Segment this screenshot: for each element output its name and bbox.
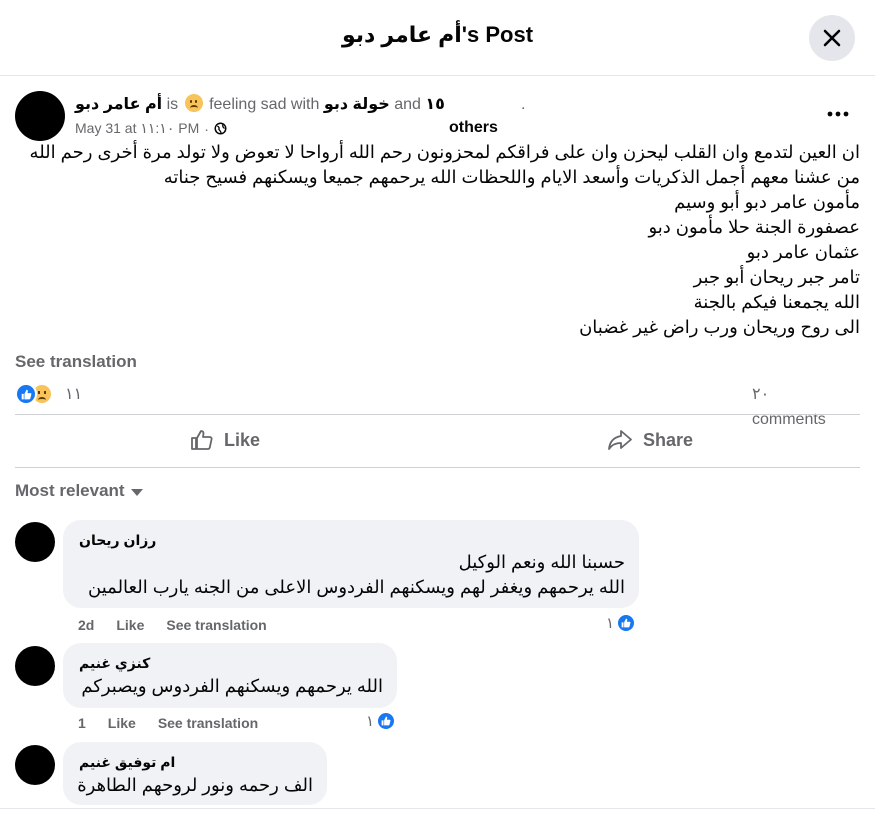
post-text: ان العين لتدمع وان القلب ليحزن وان على ف… (15, 140, 860, 340)
more-options-button[interactable] (824, 100, 852, 128)
and-text: and (394, 96, 421, 113)
post-date[interactable]: May 31 at ١١:١٠ PM (75, 120, 199, 137)
post-line: عصفورة الجنة حلا مأمون دبو (648, 217, 860, 237)
comment-like-button[interactable]: Like (116, 617, 144, 633)
filter-label: Most relevant (15, 481, 125, 500)
separator-dot: . (521, 96, 526, 113)
reactions-summary[interactable]: ١١ (15, 382, 82, 406)
others-count[interactable]: ١٥ (425, 96, 445, 113)
comment-text-line: الله يرحمهم ويسكنهم الفردوس ويصبركم (81, 676, 383, 696)
more-dots-icon (827, 111, 849, 117)
like-label: Like (223, 429, 261, 450)
like-reaction-icon (376, 711, 397, 731)
comment-bubble: ام توفيق غنيم الف رحمه ونور لروحهم الطاه… (63, 742, 327, 805)
like-reaction-icon (616, 613, 637, 633)
comment-actions: 1 Like See translation (78, 715, 280, 731)
share-arrow-icon (608, 430, 632, 450)
close-button[interactable] (809, 15, 855, 61)
globe-icon (214, 122, 227, 135)
divider (15, 414, 860, 415)
dialog-header: أم عامر دبو's Post (0, 0, 875, 76)
comment-time[interactable]: 2d (78, 617, 94, 633)
divider (15, 467, 860, 468)
comment-text-line: الله يرحمهم ويغفر لهم ويسكنهم الفردوس ال… (88, 577, 625, 597)
share-label: Share (642, 429, 694, 450)
commenter-name[interactable]: كنزي غنيم (79, 655, 150, 672)
comment-avatar[interactable] (15, 646, 55, 686)
comment-time[interactable]: 1 (78, 715, 86, 731)
comment-text-line: الف رحمه ونور لروحهم الطاهرة (77, 775, 313, 795)
is-text: is (166, 96, 179, 113)
comment-text-line: حسبنا الله ونعم الوكيل (458, 552, 625, 572)
comment-reactions[interactable]: ١ (366, 711, 397, 731)
dialog-title: أم عامر دبو's Post (341, 22, 534, 47)
post-author-line: أم عامر دبو is feeling sad with خولة دبو… (75, 94, 445, 114)
comment-avatar[interactable] (15, 522, 55, 562)
share-button[interactable]: Share (440, 420, 860, 460)
close-icon (823, 29, 841, 47)
comment-reactions[interactable]: ١ (606, 613, 637, 633)
thumbs-up-icon (191, 430, 213, 450)
post-line: من عشنا معهم أجمل الذكريات وأسعد الايام … (163, 167, 860, 187)
others-link[interactable]: others (449, 119, 498, 137)
meta-separator: · (204, 120, 209, 137)
post-line: مأمون عامر دبو أبو وسيم (674, 192, 860, 212)
see-translation-link[interactable]: See translation (15, 352, 137, 372)
comments-number: ٢٠ (752, 386, 770, 403)
comment-reaction-count: ١ (366, 713, 375, 730)
comment-bubble: رزان ريحان حسبنا الله ونعم الوكيل الله ي… (63, 520, 639, 608)
dialog-bottom-border (0, 808, 875, 809)
feeling-text: feeling sad with (209, 96, 320, 113)
like-button[interactable]: Like (15, 420, 435, 460)
comment-see-translation[interactable]: See translation (158, 715, 258, 731)
caret-down-icon (130, 489, 143, 496)
post-author-name[interactable]: أم عامر دبو (75, 96, 162, 113)
post-meta: May 31 at ١١:١٠ PM · (75, 120, 227, 137)
commenter-name[interactable]: ام توفيق غنيم (79, 754, 175, 771)
sad-emoji-icon (184, 94, 203, 112)
comment-bubble: كنزي غنيم الله يرحمهم ويسكنهم الفردوس وي… (63, 643, 397, 708)
comment-reaction-count: ١ (606, 615, 615, 632)
reaction-count: ١١ (65, 386, 83, 403)
comment-avatar[interactable] (15, 745, 55, 785)
comment-filter-dropdown[interactable]: Most relevant (15, 481, 143, 501)
like-reaction-icon (15, 383, 37, 405)
post-author-avatar[interactable] (15, 91, 65, 141)
post-line: عثمان عامر دبو (746, 242, 860, 262)
comment-see-translation[interactable]: See translation (166, 617, 266, 633)
post-line: تامر جبر ريحان أبو جبر (693, 267, 860, 287)
post-line: الله يجمعنا فيكم بالجنة (693, 292, 860, 312)
comment-like-button[interactable]: Like (108, 715, 136, 731)
post-line: الى روح وريحان ورب راض غير غضبان (579, 317, 860, 337)
post-line: ان العين لتدمع وان القلب ليحزن وان على ف… (29, 142, 860, 162)
commenter-name[interactable]: رزان ريحان (79, 532, 156, 549)
comment-actions: 2d Like See translation (78, 617, 289, 633)
tagged-person[interactable]: خولة دبو (324, 96, 390, 113)
